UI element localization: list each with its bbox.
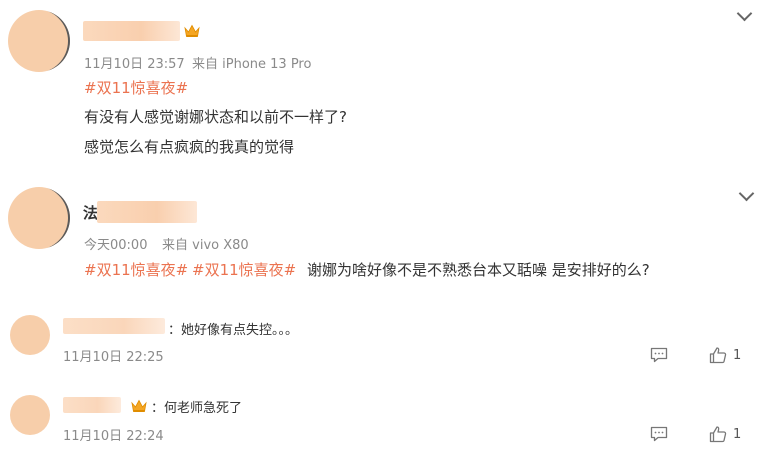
like-button[interactable]: 1 — [709, 346, 741, 364]
crown-icon — [131, 399, 147, 412]
like-count: 1 — [733, 426, 742, 442]
comment-text: 感觉怎么有点疯疯的我真的觉得 — [84, 138, 295, 156]
like-count: 1 — [733, 347, 742, 363]
thumbs-up-icon — [709, 347, 727, 364]
comment-time: 11月10日 23:57 — [84, 57, 185, 72]
chevron-down-icon[interactable] — [736, 5, 753, 22]
like-button[interactable]: 1 — [709, 425, 741, 443]
comment-icon[interactable] — [650, 347, 668, 363]
username-redacted[interactable] — [97, 201, 197, 223]
username-redacted[interactable] — [83, 21, 180, 41]
hashtag-link[interactable]: #双11惊喜夜# — [84, 259, 188, 280]
reply-text: ：她好像有点失控。。。 — [168, 323, 299, 338]
hashtag-link[interactable]: #双11惊喜夜# — [84, 77, 188, 98]
reply-time: 11月10日 22:24 — [63, 429, 164, 444]
comment-source: 来自 iPhone 13 Pro — [192, 57, 312, 72]
comment-time: 今天00:00 — [84, 238, 148, 253]
username-initial[interactable]: 法 — [83, 202, 98, 223]
comment-icon[interactable] — [650, 426, 668, 442]
chevron-down-icon[interactable] — [738, 185, 755, 202]
reply-time: 11月10日 22:25 — [63, 350, 164, 365]
comment-text: 谢娜为啥好像不是不熟悉台本又聒噪 是安排好的么? — [307, 261, 650, 279]
avatar[interactable] — [8, 10, 70, 72]
avatar[interactable] — [10, 395, 50, 435]
reply-text: ：何老师急死了 — [151, 401, 243, 416]
username-redacted[interactable] — [63, 318, 165, 334]
thumbs-up-icon — [709, 426, 727, 443]
crown-icon — [184, 24, 200, 37]
avatar[interactable] — [8, 187, 70, 249]
hashtag-link[interactable]: #双11惊喜夜# — [192, 259, 296, 280]
comment-text: 有没有人感觉谢娜状态和以前不一样了? — [84, 108, 347, 126]
username-redacted[interactable] — [63, 397, 121, 413]
avatar[interactable] — [10, 315, 50, 355]
comment-source: 来自 vivo X80 — [162, 238, 249, 253]
